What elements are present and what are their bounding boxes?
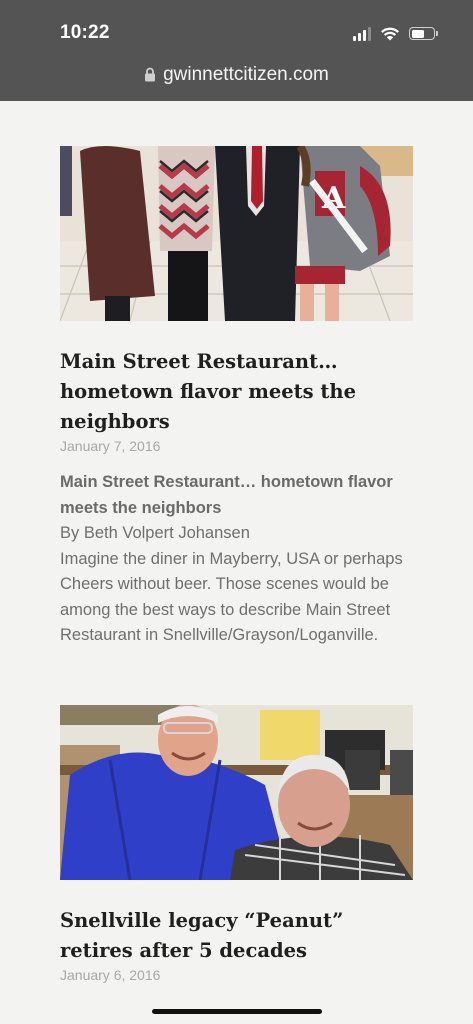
status-time: 10:22 <box>60 22 110 43</box>
article-headline[interactable]: Main Street Restaurant… hometown flavor … <box>60 347 413 437</box>
article-headline[interactable]: Snellville legacy “Peanut” retires after… <box>60 906 413 966</box>
article-image[interactable] <box>60 704 413 880</box>
article-date: January 6, 2016 <box>60 966 161 983</box>
article-excerpt: Imagine the diner in Mayberry, USA or pe… <box>60 549 403 645</box>
lock-icon <box>145 67 156 82</box>
article-image[interactable]: A <box>60 146 413 321</box>
excerpt-title: Main Street Restaurant… hometown flavor … <box>60 473 393 517</box>
battery-icon <box>409 27 438 40</box>
cellular-signal-icon <box>353 26 371 41</box>
article-list: A Main Street Restaurant… hometown flavo… <box>60 146 413 983</box>
article-card: A Main Street Restaurant… hometown flavo… <box>60 146 413 649</box>
article-card: Snellville legacy “Peanut” retires after… <box>60 704 413 983</box>
url-text: gwinnettcitizen.com <box>163 64 329 85</box>
article-date: January 7, 2016 <box>60 438 161 454</box>
status-icons <box>353 26 438 41</box>
article-byline: By Beth Volpert Johansen <box>60 524 250 542</box>
address-bar[interactable]: gwinnettcitizen.com <box>0 64 473 86</box>
browser-chrome: 10:22 gwinnettcitizen.com <box>0 0 473 101</box>
home-indicator[interactable] <box>152 1009 322 1014</box>
wifi-icon <box>381 27 399 41</box>
